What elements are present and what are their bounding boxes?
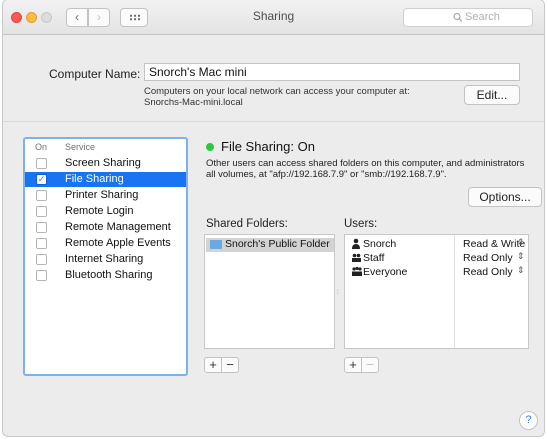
user-row[interactable]: Snorch Read & Write ⇕ [345,237,528,252]
service-label: File Sharing [65,173,124,185]
options-button[interactable]: Options... [468,187,542,207]
service-row[interactable]: Remote Login [25,204,186,219]
edit-button[interactable]: Edit... [464,85,520,105]
service-checkbox[interactable] [36,190,47,201]
permission-popup[interactable]: Read Only [463,266,513,278]
service-row[interactable]: Remote Management [25,220,186,235]
service-checkbox[interactable] [36,254,47,265]
service-checkbox[interactable] [36,270,47,281]
service-header-on: On [35,142,48,152]
file-sharing-desc-line1: Other users can access shared folders on… [206,158,525,169]
user-icon [351,238,361,252]
service-checkbox[interactable] [36,222,47,233]
service-checkbox[interactable] [36,158,47,169]
computer-name-hostname: Snorchs-Mac-mini.local [144,97,243,108]
service-row[interactable]: ✓ File Sharing [25,172,186,187]
computer-name-field[interactable]: Snorch's Mac mini [144,63,520,81]
service-row[interactable]: Internet Sharing [25,252,186,267]
service-label: Remote Login [65,205,134,217]
service-checkbox[interactable] [36,206,47,217]
permission-popup[interactable]: Read & Write [463,238,525,250]
add-user-button[interactable]: + [344,357,362,373]
computer-name-description: Computers on your local network can acce… [144,86,410,108]
add-shared-folder-button[interactable]: + [204,357,222,373]
file-sharing-description: Other users can access shared folders on… [206,158,524,180]
computer-name-label: Computer Name: [49,67,141,81]
search-field[interactable]: Search [403,8,533,27]
service-row[interactable]: Printer Sharing [25,188,186,203]
popup-arrows-icon: ⇕ [517,265,525,275]
remove-shared-folder-button[interactable]: − [221,357,239,373]
service-label: Internet Sharing [65,253,144,265]
sharing-window: ‹ › Sharing Search Computer Name: Snorch… [3,0,544,436]
user-name: Everyone [363,266,408,278]
search-placeholder: Search [465,11,500,23]
service-label: Remote Apple Events [65,237,171,249]
search-icon [453,9,463,32]
users-header: Users: [344,218,378,230]
computer-name-desc-line1: Computers on your local network can acce… [144,86,410,97]
service-list[interactable]: On Service Screen Sharing ✓ File Sharing Pr… [23,137,188,376]
popup-arrows-icon: ⇕ [517,237,525,247]
users-list[interactable]: Snorch Read & Write ⇕ Staff Read Only ⇕ Everyo… [344,234,529,349]
service-checkbox[interactable]: ✓ [36,174,47,185]
service-checkbox[interactable] [36,238,47,249]
permission-popup[interactable]: Read Only [463,252,513,264]
status-indicator [206,143,214,151]
file-sharing-desc-line2: all volumes, at "afp://192.168.7.9" or "… [206,169,447,180]
folder-icon [210,240,222,249]
service-label: Remote Management [65,221,171,233]
shared-folder-row[interactable]: Snorch's Public Folder [206,238,334,252]
user-row[interactable]: Everyone Read Only ⇕ [345,265,528,280]
user-name: Snorch [363,238,397,250]
remove-user-button[interactable]: − [361,357,379,373]
user-name: Staff [363,252,385,264]
shared-folders-list[interactable]: Snorch's Public Folder [204,234,335,349]
file-sharing-status: File Sharing: On [221,139,315,154]
service-label: Bluetooth Sharing [65,269,153,281]
service-row[interactable]: Bluetooth Sharing [25,268,186,283]
shared-folders-header: Shared Folders: [206,218,288,230]
everyone-icon [351,266,363,280]
group-icon [351,252,362,266]
service-label: Printer Sharing [65,189,139,201]
help-button[interactable]: ? [519,411,538,430]
user-row[interactable]: Staff Read Only ⇕ [345,251,528,266]
divider [3,121,544,122]
service-row[interactable]: Remote Apple Events [25,236,186,251]
split-handle[interactable]: ⁞ [337,290,340,296]
shared-folder-label: Snorch's Public Folder [225,238,330,250]
popup-arrows-icon: ⇕ [517,251,525,261]
service-label: Screen Sharing [65,157,141,169]
title-bar: ‹ › Sharing Search [3,0,544,35]
service-row[interactable]: Screen Sharing [25,156,186,171]
service-header-service: Service [65,142,96,152]
